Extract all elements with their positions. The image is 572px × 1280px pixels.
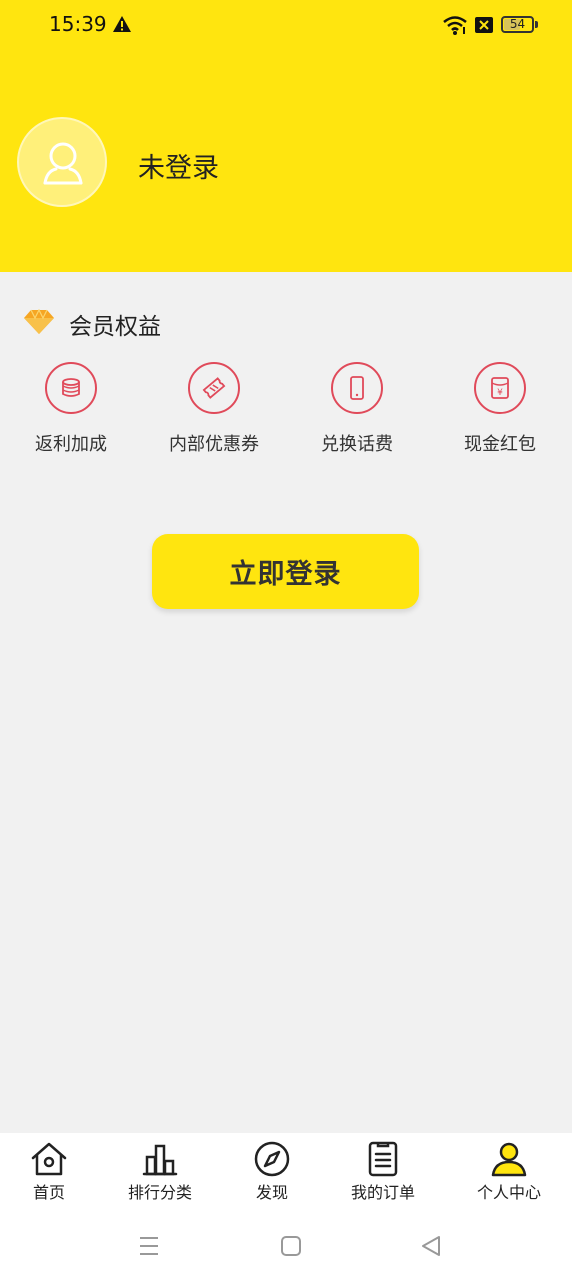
battery-cap — [535, 21, 538, 28]
compass-icon — [254, 1141, 290, 1177]
tab-label: 排行分类 — [127, 1183, 192, 1202]
home-icon — [31, 1142, 67, 1176]
menu-icon[interactable] — [138, 1235, 160, 1257]
login-button[interactable]: 立即登录 — [152, 534, 419, 609]
bottom-tab-bar: 首页 排行分类 发现 我的订单 个人中心 — [0, 1133, 572, 1213]
no-sim-icon — [475, 17, 493, 33]
warning-icon — [113, 16, 131, 32]
wifi-icon — [443, 16, 467, 35]
benefit-icon-circle — [188, 362, 240, 414]
tab-label: 个人中心 — [476, 1183, 541, 1202]
username-label[interactable]: 未登录 — [138, 146, 219, 185]
tab-label: 我的订单 — [350, 1183, 415, 1202]
diamond-icon — [24, 309, 54, 334]
order-list-icon — [368, 1141, 398, 1177]
benefit-icon-circle: ¥ — [474, 362, 526, 414]
phone-icon — [350, 376, 364, 400]
benefit-phone-credit[interactable]: 兑换话费 — [297, 362, 417, 456]
tab-my-orders[interactable]: 我的订单 — [328, 1133, 438, 1203]
status-bar: 15:39 54 — [0, 0, 572, 52]
tab-label: 发现 — [255, 1183, 288, 1202]
benefit-coupon[interactable]: 内部优惠券 — [154, 362, 274, 456]
user-icon — [491, 1142, 527, 1177]
status-time: 15:39 — [49, 12, 107, 36]
benefit-label: 现金红包 — [464, 434, 536, 455]
benefit-rebate[interactable]: 返利加成 — [11, 362, 131, 456]
coin-stack-icon — [62, 378, 80, 397]
tab-discover[interactable]: 发现 — [217, 1133, 327, 1203]
member-benefits-title: 会员权益 — [69, 314, 161, 340]
svg-text:¥: ¥ — [497, 388, 503, 398]
ranking-icon — [142, 1144, 178, 1176]
benefit-label: 兑换话费 — [321, 434, 393, 455]
benefit-label: 返利加成 — [35, 434, 107, 455]
tab-ranking[interactable]: 排行分类 — [105, 1133, 215, 1203]
benefit-icon-circle — [45, 362, 97, 414]
back-icon[interactable] — [420, 1235, 442, 1257]
benefit-icon-circle — [331, 362, 383, 414]
red-envelope-icon: ¥ — [491, 377, 509, 399]
home-button-icon[interactable] — [280, 1235, 302, 1257]
tab-profile[interactable]: 个人中心 — [454, 1133, 564, 1203]
profile-header: 15:39 54 未登录 — [0, 0, 572, 272]
ticket-icon — [202, 377, 226, 399]
battery-level: 54 — [509, 17, 526, 31]
default-avatar-icon — [43, 142, 83, 185]
benefit-red-envelope[interactable]: ¥ 现金红包 — [440, 362, 560, 456]
tab-label: 首页 — [32, 1183, 65, 1202]
tab-home[interactable]: 首页 — [0, 1133, 104, 1203]
benefit-label: 内部优惠券 — [169, 434, 259, 455]
system-nav-bar — [0, 1213, 572, 1280]
avatar[interactable] — [17, 117, 107, 207]
battery-icon: 54 — [501, 16, 534, 33]
